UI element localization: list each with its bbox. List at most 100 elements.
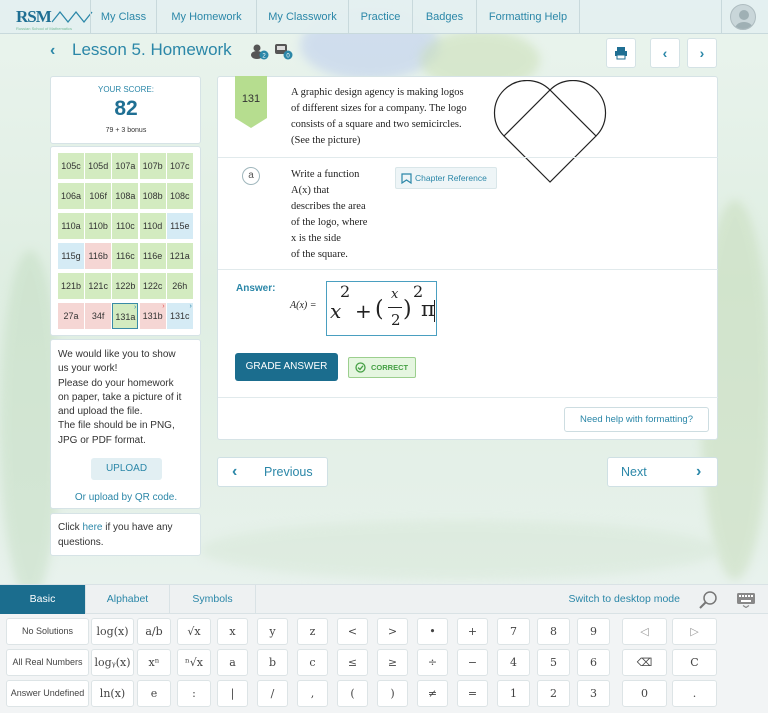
problem-cell-108c[interactable]: 108c <box>166 183 193 209</box>
key-1-12[interactable]: 5 <box>537 649 570 676</box>
problem-cell-131a[interactable]: 131a › <box>112 303 139 329</box>
key-2-14[interactable]: 0 <box>622 680 667 707</box>
key-0-6[interactable]: z <box>297 618 328 645</box>
problem-cell-26h[interactable]: 26h <box>166 273 193 299</box>
key-1-9[interactable]: ÷ <box>417 649 448 676</box>
nav-practice[interactable]: Practice <box>348 0 412 34</box>
key-1-5[interactable]: b <box>257 649 288 676</box>
user-avatar[interactable] <box>730 4 756 30</box>
problem-cell-107c[interactable]: 107c <box>166 153 193 179</box>
key-0-15[interactable]: ▷ <box>672 618 717 645</box>
upload-button[interactable]: UPLOAD <box>91 458 162 480</box>
key-1-8[interactable]: ≥ <box>377 649 408 676</box>
key-1-11[interactable]: 4 <box>497 649 530 676</box>
key-2-6[interactable]: , <box>297 680 328 707</box>
problem-cell-105c[interactable]: 105c <box>58 153 84 179</box>
problem-cell-110a[interactable]: 110a <box>58 213 84 239</box>
key-0-1[interactable]: log(x) <box>91 618 134 645</box>
grade-answer-button[interactable]: GRADE ANSWER <box>235 353 338 381</box>
team-badge-icon[interactable]: 2 <box>250 42 270 60</box>
key-0-0[interactable]: No Solutions <box>6 618 89 645</box>
next-lesson-button[interactable]: › <box>687 38 717 68</box>
formatting-help-button[interactable]: Need help with formatting? <box>564 407 709 432</box>
key-1-4[interactable]: a <box>217 649 248 676</box>
problem-cell-105d[interactable]: 105d <box>85 153 112 179</box>
key-0-2[interactable]: a/b <box>137 618 171 645</box>
problem-cell-34f[interactable]: 34f <box>85 303 112 329</box>
key-1-7[interactable]: ≤ <box>337 649 368 676</box>
key-1-10[interactable]: − <box>457 649 488 676</box>
problem-cell-131c[interactable]: 131c › <box>166 303 193 329</box>
key-0-8[interactable]: > <box>377 618 408 645</box>
search-icon[interactable] <box>698 591 718 611</box>
qr-upload-link[interactable]: Or upload by QR code. <box>51 492 201 503</box>
problem-cell-108a[interactable]: 108a <box>112 183 139 209</box>
key-2-3[interactable]: : <box>177 680 211 707</box>
nav-formatting-help[interactable]: Formatting Help <box>476 0 580 34</box>
key-0-12[interactable]: 8 <box>537 618 570 645</box>
key-0-14[interactable]: ◁ <box>622 618 667 645</box>
key-2-2[interactable]: e <box>137 680 171 707</box>
key-0-11[interactable]: 7 <box>497 618 530 645</box>
switch-desktop-mode-link[interactable]: Switch to desktop mode <box>569 585 680 614</box>
problem-cell-131b[interactable]: 131b › <box>139 303 166 329</box>
key-0-5[interactable]: y <box>257 618 288 645</box>
nav-my-homework[interactable]: My Homework <box>156 0 256 34</box>
problem-cell-121a[interactable]: 121a <box>166 243 193 269</box>
next-button[interactable]: Next › <box>607 457 718 487</box>
answer-input[interactable]: x 2 + ( x 2 ) 2 π <box>326 281 437 336</box>
previous-button[interactable]: ‹ Previous <box>217 457 328 487</box>
key-1-0[interactable]: All Real Numbers <box>6 649 89 676</box>
chapter-reference-button[interactable]: Chapter Reference <box>395 167 497 189</box>
key-1-14[interactable]: ⌫ <box>622 649 667 676</box>
key-1-2[interactable]: xⁿ <box>137 649 171 676</box>
key-0-10[interactable]: + <box>457 618 488 645</box>
key-2-15[interactable]: . <box>672 680 717 707</box>
keyboard-toggle-icon[interactable] <box>736 592 756 608</box>
problem-cell-106a[interactable]: 106a <box>58 183 84 209</box>
key-2-10[interactable]: = <box>457 680 488 707</box>
key-1-15[interactable]: C <box>672 649 717 676</box>
key-1-6[interactable]: c <box>297 649 328 676</box>
back-chevron-icon[interactable]: ‹ <box>50 42 55 60</box>
nav-my-class[interactable]: My Class <box>90 0 156 34</box>
questions-link[interactable]: here <box>82 522 102 533</box>
key-2-9[interactable]: ≠ <box>417 680 448 707</box>
key-1-3[interactable]: ⁿ√x <box>177 649 211 676</box>
problem-cell-116c[interactable]: 116c <box>112 243 139 269</box>
tab-alphabet[interactable]: Alphabet <box>86 585 170 614</box>
rsm-logo[interactable]: RSM Russian School of Mathematics <box>12 5 93 31</box>
key-0-13[interactable]: 9 <box>577 618 610 645</box>
key-2-8[interactable]: ) <box>377 680 408 707</box>
key-2-0[interactable]: Answer Undefined <box>6 680 89 707</box>
nav-badges[interactable]: Badges <box>412 0 476 34</box>
problem-cell-116b[interactable]: 116b <box>85 243 112 269</box>
problem-cell-122b[interactable]: 122b <box>112 273 139 299</box>
key-0-9[interactable]: • <box>417 618 448 645</box>
key-2-13[interactable]: 3 <box>577 680 610 707</box>
problem-cell-107a[interactable]: 107a <box>112 153 139 179</box>
nav-my-classwork[interactable]: My Classwork <box>256 0 348 34</box>
prev-lesson-button[interactable]: ‹ <box>650 38 680 68</box>
problem-cell-106f[interactable]: 106f <box>85 183 112 209</box>
problem-cell-27a[interactable]: 27a <box>58 303 84 329</box>
tab-symbols[interactable]: Symbols <box>170 585 256 614</box>
problem-cell-110d[interactable]: 110d <box>139 213 166 239</box>
problem-cell-110c[interactable]: 110c <box>112 213 139 239</box>
problem-cell-122c[interactable]: 122c <box>139 273 166 299</box>
key-2-11[interactable]: 1 <box>497 680 530 707</box>
key-2-12[interactable]: 2 <box>537 680 570 707</box>
key-1-1[interactable]: logᵧ(x) <box>91 649 134 676</box>
problem-cell-107b[interactable]: 107b <box>139 153 166 179</box>
problem-cell-115g[interactable]: 115g <box>58 243 84 269</box>
bus-badge-icon[interactable]: 0 <box>274 42 294 60</box>
tab-basic[interactable]: Basic <box>0 585 86 614</box>
key-0-7[interactable]: < <box>337 618 368 645</box>
key-2-4[interactable]: | <box>217 680 248 707</box>
problem-cell-115e[interactable]: 115e <box>166 213 193 239</box>
key-2-7[interactable]: ( <box>337 680 368 707</box>
problem-cell-121c[interactable]: 121c <box>85 273 112 299</box>
key-2-1[interactable]: ln(x) <box>91 680 134 707</box>
problem-cell-110b[interactable]: 110b <box>85 213 112 239</box>
problem-cell-121b[interactable]: 121b <box>58 273 84 299</box>
